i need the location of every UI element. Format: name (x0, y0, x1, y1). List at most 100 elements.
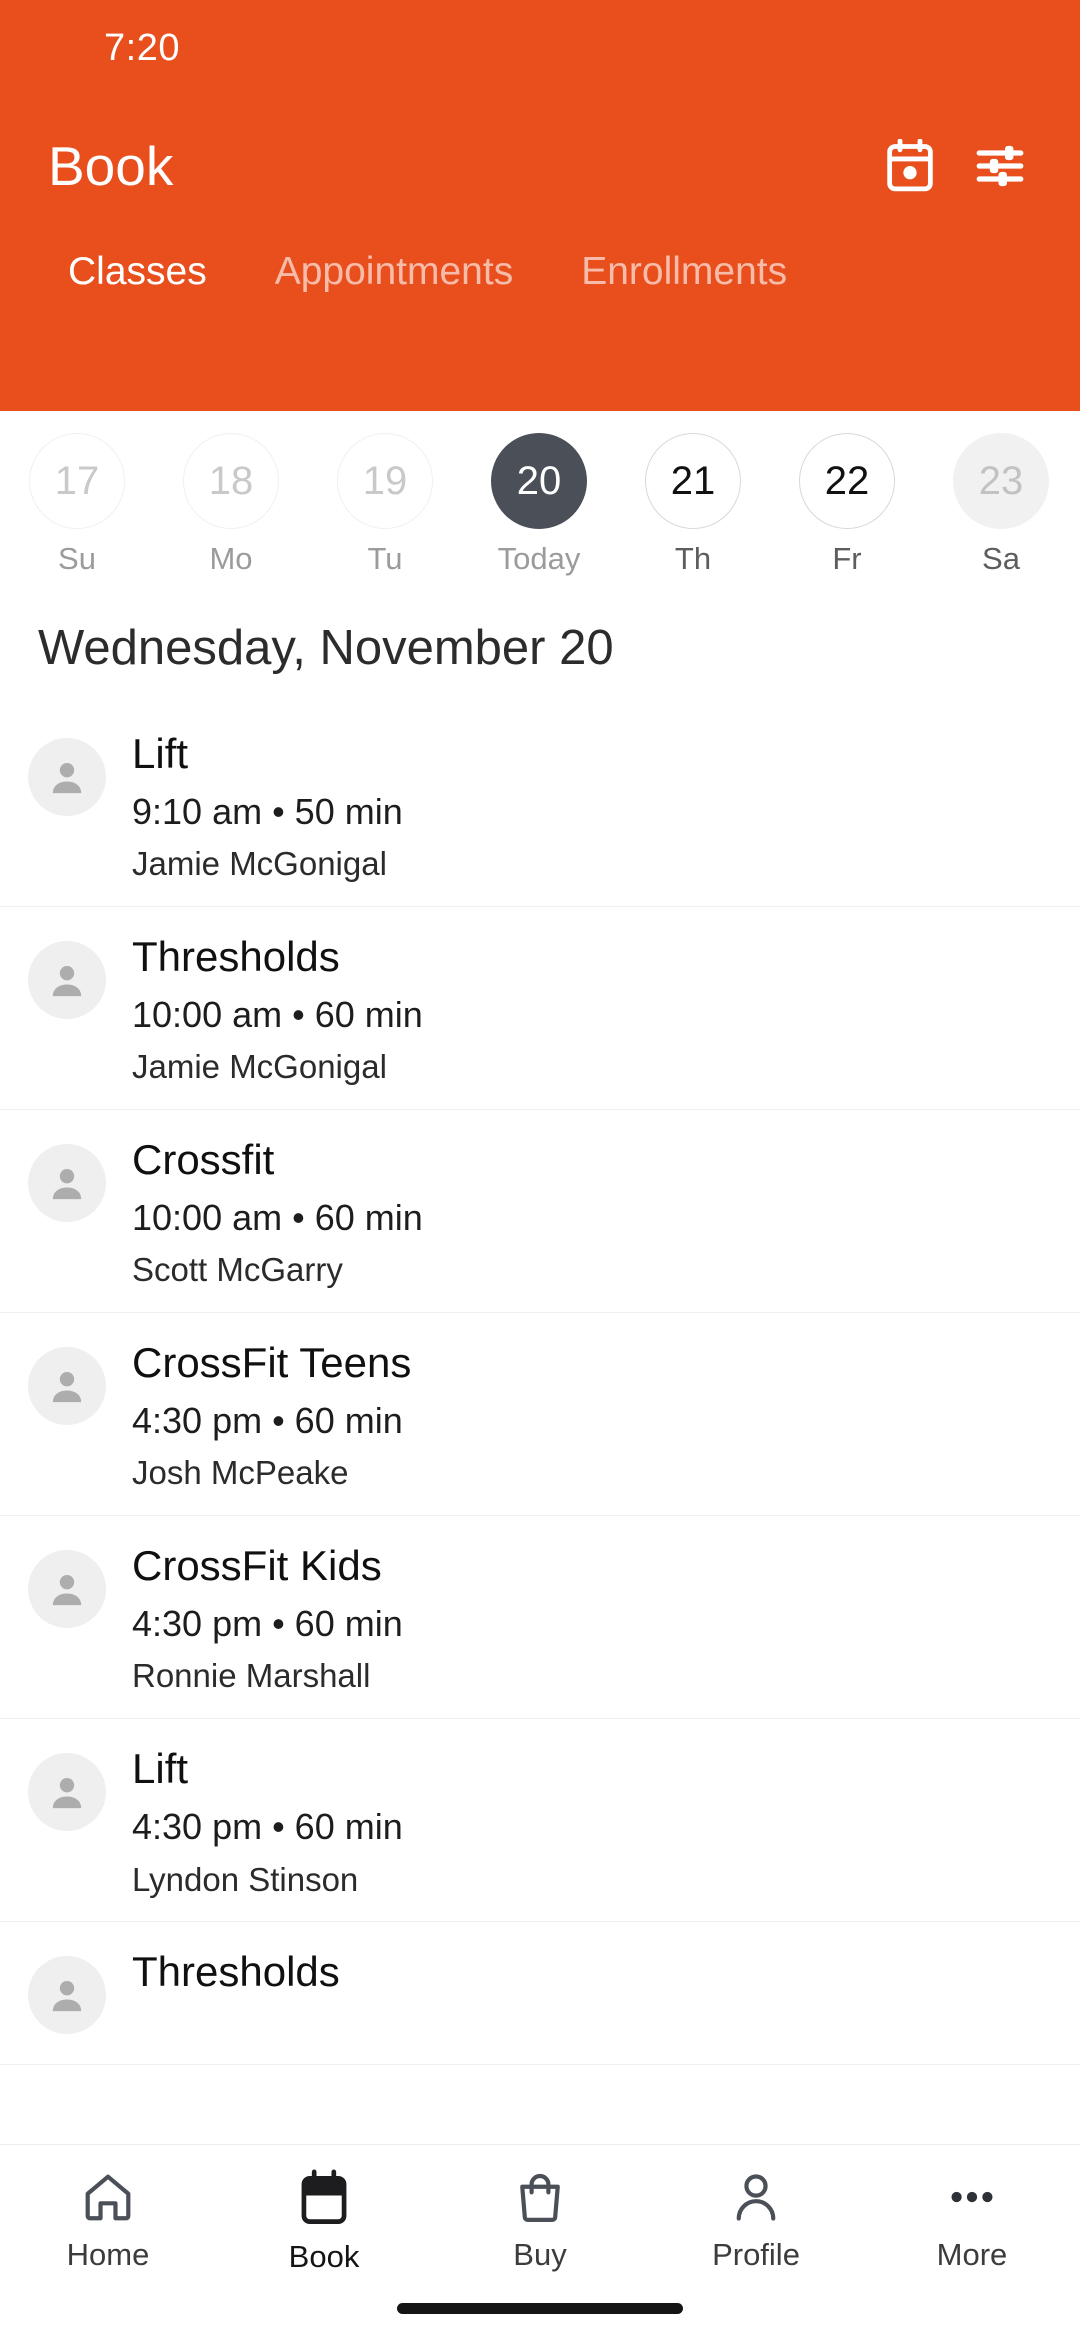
app-bar: Book (0, 96, 1080, 236)
page-title: Book (48, 134, 174, 197)
person-icon (52, 966, 82, 997)
date-weekday: Mo (209, 541, 253, 576)
class-list[interactable]: Lift 9:10 am • 50 min Jamie McGonigal Th… (0, 704, 1080, 2340)
person-icon (52, 1575, 82, 1606)
class-schedule: 4:30 pm • 60 min (132, 1603, 403, 1645)
date-cell-19[interactable]: 19 Tu (308, 433, 462, 577)
selected-date-heading: Wednesday, November 20 (0, 596, 1080, 704)
class-instructor: Scott McGarry (132, 1251, 343, 1289)
date-number: 19 (337, 433, 433, 529)
class-info: CrossFit Teens 4:30 pm • 60 min Josh McP… (132, 1337, 1044, 1493)
class-schedule: 10:00 am • 60 min (132, 994, 423, 1036)
date-cell-21[interactable]: 21 Th (616, 433, 770, 577)
header-tabs: Classes Appointments Enrollments (0, 236, 1080, 295)
class-schedule: 4:30 pm • 60 min (132, 1806, 403, 1848)
class-name: Thresholds (132, 933, 340, 981)
date-number: 17 (29, 433, 125, 529)
app-screen: 7:20 Book Classes Appointments Enrollmen… (0, 0, 1080, 2340)
class-list-item[interactable]: CrossFit Teens 4:30 pm • 60 min Josh McP… (0, 1313, 1080, 1517)
person-icon (52, 763, 82, 794)
status-bar: 7:20 (0, 0, 1080, 96)
class-info: Thresholds 10:00 am • 60 min Jamie McGon… (132, 931, 1044, 1087)
avatar (28, 1956, 106, 2035)
nav-item-home[interactable]: Home (0, 2169, 216, 2273)
avatar (28, 738, 106, 816)
date-number: 23 (953, 433, 1049, 529)
person-icon (736, 2174, 776, 2221)
class-schedule: 9:10 am • 50 min (132, 791, 403, 833)
avatar (28, 1753, 106, 1832)
date-weekday: Sa (982, 541, 1020, 576)
nav-label: More (936, 2237, 1008, 2272)
nav-item-buy[interactable]: Buy (432, 2169, 648, 2273)
class-name: CrossFit Teens (132, 1339, 412, 1387)
nav-item-book[interactable]: Book (216, 2169, 432, 2275)
date-cell-17[interactable]: 17 Su (0, 433, 154, 577)
date-cell-20-today-selected[interactable]: 20 Today (462, 433, 616, 577)
person-icon (52, 1169, 82, 1200)
avatar (28, 1144, 106, 1223)
tab-enrollments[interactable]: Enrollments (547, 250, 821, 295)
date-weekday: Fr (832, 541, 862, 576)
nav-label: Buy (513, 2237, 567, 2272)
class-list-item[interactable]: CrossFit Kids 4:30 pm • 60 min Ronnie Ma… (0, 1516, 1080, 1720)
class-name: Lift (132, 730, 189, 777)
avatar (28, 1347, 106, 1426)
nav-item-more[interactable]: More (864, 2169, 1080, 2273)
class-info: Crossfit 10:00 am • 60 min Scott McGarry (132, 1134, 1044, 1290)
date-number: 21 (645, 433, 741, 529)
class-schedule: 4:30 pm • 60 min (132, 1400, 403, 1442)
class-info: Thresholds (132, 1946, 1044, 1997)
bottom-navigation: Home Book Buy Profile More (0, 2144, 1080, 2340)
class-list-item[interactable]: Thresholds 10:00 am • 60 min Jamie McGon… (0, 907, 1080, 1111)
class-schedule: 10:00 am • 60 min (132, 1197, 423, 1239)
person-icon (52, 1372, 82, 1403)
class-info: CrossFit Kids 4:30 pm • 60 min Ronnie Ma… (132, 1540, 1044, 1696)
calendar-icon (301, 2169, 347, 2224)
date-cell-18[interactable]: 18 Mo (154, 433, 308, 577)
calendar-icon[interactable] (878, 134, 942, 198)
home-icon (85, 2174, 131, 2221)
tab-appointments[interactable]: Appointments (241, 250, 547, 295)
app-header: 7:20 Book Classes Appointments Enrollmen… (0, 0, 1080, 411)
person-icon (52, 1981, 82, 2012)
date-number: 20 (491, 433, 587, 529)
nav-label: Book (288, 2239, 360, 2274)
status-bar-clock: 7:20 (104, 26, 180, 69)
class-name: Lift (132, 1745, 189, 1793)
date-strip[interactable]: 17 Su 18 Mo 19 Tu 20 Today 21 Th 22 Fr 2… (0, 411, 1080, 596)
date-number: 22 (799, 433, 895, 529)
class-name: CrossFit Kids (132, 1542, 382, 1590)
class-instructor: Lyndon Stinson (132, 1860, 359, 1898)
nav-label: Home (66, 2237, 150, 2272)
home-indicator (397, 2303, 683, 2314)
class-instructor: Jamie McGonigal (132, 845, 387, 883)
tab-classes[interactable]: Classes (34, 250, 241, 295)
avatar (28, 941, 106, 1020)
class-list-item[interactable]: Lift 4:30 pm • 60 min Lyndon Stinson (0, 1719, 1080, 1923)
class-info: Lift 9:10 am • 50 min Jamie McGonigal (132, 728, 1044, 884)
class-name: Crossfit (132, 1136, 275, 1184)
class-name: Thresholds (132, 1948, 340, 1996)
class-list-item[interactable]: Crossfit 10:00 am • 60 min Scott McGarry (0, 1110, 1080, 1314)
date-weekday: Th (674, 541, 712, 576)
class-info: Lift 4:30 pm • 60 min Lyndon Stinson (132, 1743, 1044, 1899)
date-cell-23[interactable]: 23 Sa (924, 433, 1078, 577)
date-cell-22[interactable]: 22 Fr (770, 433, 924, 577)
class-list-item-partial[interactable]: Thresholds (0, 1922, 1080, 2066)
person-icon (52, 1778, 82, 1809)
app-bar-actions (878, 134, 1032, 198)
date-weekday: Su (58, 541, 96, 576)
class-list-item[interactable]: Lift 9:10 am • 50 min Jamie McGonigal (0, 704, 1080, 908)
filter-sliders-icon[interactable] (968, 134, 1032, 198)
class-instructor: Jamie McGonigal (132, 1048, 387, 1086)
avatar (28, 1550, 106, 1629)
nav-label: Profile (712, 2237, 800, 2272)
date-weekday: Today (497, 541, 581, 576)
date-weekday: Tu (367, 541, 403, 576)
date-number: 18 (183, 433, 279, 529)
nav-item-profile[interactable]: Profile (648, 2169, 864, 2273)
class-instructor: Josh McPeake (132, 1454, 349, 1492)
class-instructor: Ronnie Marshall (132, 1657, 371, 1695)
bag-icon (520, 2173, 560, 2222)
